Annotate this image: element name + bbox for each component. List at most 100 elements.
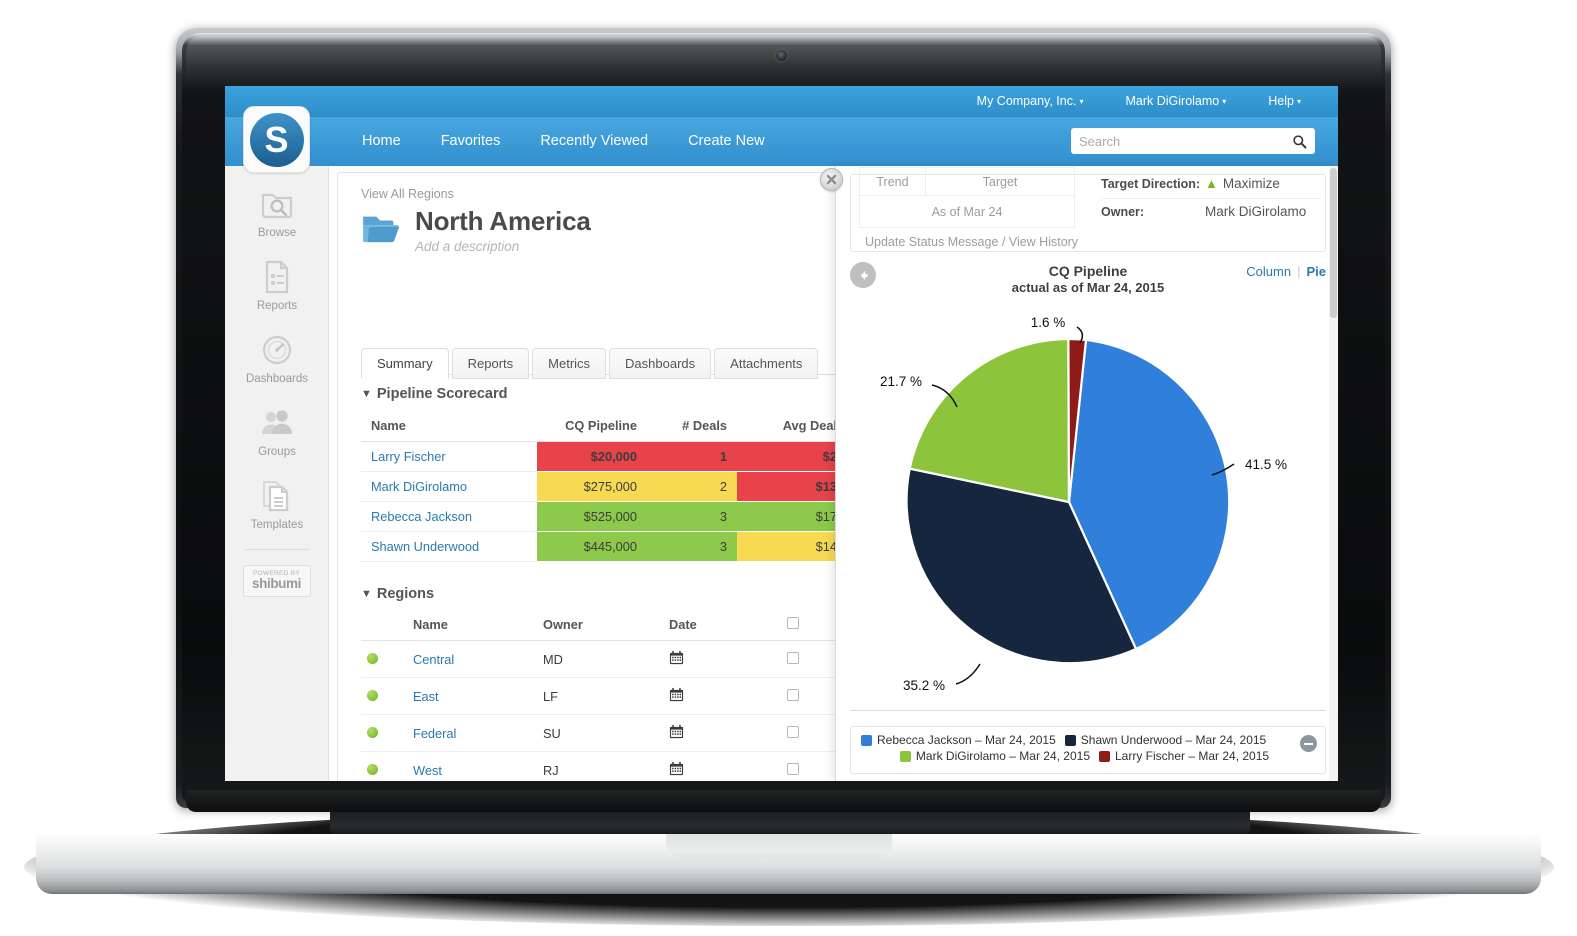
back-arrow-icon (860, 270, 868, 280)
nav-item-home[interactable]: Home (342, 117, 421, 166)
regions-header[interactable]: ▼ Regions (361, 585, 434, 603)
calendar-icon[interactable] (669, 650, 684, 665)
search-icon[interactable] (1292, 134, 1307, 149)
collapse-triangle-icon[interactable]: ▼ (361, 388, 372, 400)
app-logo-letter: S (249, 112, 304, 167)
sidebar-item-browse[interactable]: Browse (225, 166, 329, 239)
back-button[interactable] (850, 262, 876, 288)
tab-attachments[interactable]: Attachments (714, 348, 819, 379)
cell-name[interactable]: Federal (407, 714, 537, 752)
chart-header: CQ Pipeline actual as of Mar 24, 2015 Co… (836, 262, 1338, 302)
tab-reports[interactable]: Reports (451, 348, 530, 379)
column-header-status (361, 609, 407, 641)
screen-viewport: My Company, Inc. ▾ Mark DiGirolamo ▾ Help ▾… (225, 86, 1338, 781)
top-utility-links: My Company, Inc. ▾ Mark DiGirolamo ▾ Help ▾ (956, 86, 1322, 117)
chart-type-column[interactable]: Column (1246, 264, 1291, 279)
calendar-icon[interactable] (669, 724, 684, 739)
cell-name[interactable]: Shawn Underwood (361, 531, 537, 562)
cell-name[interactable]: West (407, 751, 537, 781)
close-icon (826, 174, 837, 185)
browse-folder-search-icon (225, 184, 329, 224)
update-status-link[interactable]: Update Status Message / View History (865, 235, 1078, 249)
sidebar-item-reports[interactable]: Reports (225, 239, 329, 312)
sidebar-item-templates[interactable]: Templates (225, 458, 329, 531)
company-menu[interactable]: My Company, Inc. ▾ (956, 86, 1105, 118)
user-menu[interactable]: Mark DiGirolamo ▾ (1104, 86, 1247, 118)
target-direction-key: Target Direction: (1101, 176, 1201, 191)
nav-item-recently-viewed[interactable]: Recently Viewed (520, 117, 668, 166)
tab-metrics[interactable]: Metrics (532, 348, 607, 379)
collapse-minus-icon[interactable] (1300, 735, 1317, 752)
legend-item-rebecca-jackson[interactable]: Rebecca Jackson – Mar 24, 2015 (861, 733, 1056, 747)
chevron-down-icon: ▾ (1079, 96, 1084, 106)
legend-label: Rebecca Jackson – Mar 24, 2015 (877, 733, 1056, 747)
row-checkbox[interactable] (787, 688, 799, 701)
breadcrumb[interactable]: View All Regions (361, 187, 454, 201)
row-checkbox[interactable] (787, 762, 799, 775)
nav-item-favorites[interactable]: Favorites (421, 117, 521, 166)
trend-target-row: Trend Target (859, 167, 1075, 195)
sidebar-item-dashboards[interactable]: Dashboards (225, 312, 329, 385)
arrow-up-icon: ▲ (1205, 176, 1218, 191)
tab-bar: Summary Reports Metrics Dashboards Attac… (361, 347, 821, 379)
tab-dashboards[interactable]: Dashboards (609, 348, 712, 379)
app-logo[interactable]: S (243, 106, 310, 173)
legend-swatch (861, 734, 872, 746)
screenshot-stage: My Company, Inc. ▾ Mark DiGirolamo ▾ Help ▾… (0, 0, 1577, 936)
laptop-base-notch (666, 834, 892, 858)
column-header-deals[interactable]: # Deals (647, 411, 737, 442)
chart-type-switch: Column | Pie (1246, 264, 1326, 279)
tab-summary[interactable]: Summary (361, 348, 449, 379)
chevron-down-icon: ▾ (1296, 96, 1301, 106)
row-checkbox[interactable] (787, 725, 799, 738)
report-document-icon (225, 257, 329, 297)
cell-cq-pipeline: $445,000 (537, 531, 647, 562)
select-all-checkbox[interactable] (787, 617, 799, 629)
legend-swatch (1064, 734, 1076, 746)
cell-name[interactable]: Rebecca Jackson (361, 501, 537, 532)
collapse-triangle-icon[interactable]: ▼ (361, 588, 372, 600)
column-header-cq-pipeline[interactable]: CQ Pipeline (537, 411, 647, 442)
cell-avg-deal: $17 (737, 501, 847, 532)
sidebar: Browse Reports Dashboards Groups Templat… (225, 166, 329, 781)
search-box[interactable] (1071, 128, 1315, 154)
column-header-avg-deal[interactable]: Avg Deal (737, 411, 847, 442)
chart-legend: Rebecca Jackson – Mar 24, 2015 Shawn Und… (850, 726, 1326, 774)
column-header-date[interactable]: Date (663, 609, 781, 641)
legend-item-mark-digirolamo[interactable]: Mark DiGirolamo – Mar 24, 2015 (899, 749, 1090, 763)
chart-subtitle: actual as of Mar 24, 2015 (1011, 280, 1165, 296)
cell-name[interactable]: East (407, 677, 537, 715)
sidebar-item-label: Groups (258, 446, 296, 458)
metric-detail-panel: Trend Target As of Mar 24 Update Status … (820, 166, 1338, 781)
calendar-icon[interactable] (669, 761, 684, 776)
column-header-name[interactable]: Name (361, 411, 537, 442)
chart-type-pie[interactable]: Pie (1306, 264, 1326, 279)
help-menu[interactable]: Help ▾ (1247, 86, 1322, 118)
legend-item-larry-fischer[interactable]: Larry Fischer – Mar 24, 2015 (1099, 749, 1269, 763)
top-utility-bar: My Company, Inc. ▾ Mark DiGirolamo ▾ Help ▾ (225, 86, 1338, 117)
legend-swatch (899, 750, 911, 762)
page-title: North America (415, 206, 591, 236)
row-checkbox[interactable] (787, 651, 799, 664)
legend-item-shawn-underwood[interactable]: Shawn Underwood – Mar 24, 2015 (1064, 733, 1266, 747)
vertical-scrollbar[interactable] (1329, 166, 1338, 781)
cell-name[interactable]: Mark DiGirolamo (361, 471, 537, 502)
column-header-owner[interactable]: Owner (537, 609, 663, 641)
scrollbar-thumb[interactable] (1330, 168, 1337, 318)
status-card: Trend Target As of Mar 24 Update Status … (850, 167, 1326, 252)
owner-value: Mark DiGirolamo (1205, 204, 1307, 219)
nav-item-create-new[interactable]: Create New (668, 117, 785, 166)
calendar-icon[interactable] (669, 687, 684, 702)
status-dot-green (367, 689, 378, 701)
cell-owner: MD (537, 640, 663, 678)
cell-name[interactable]: Central (407, 640, 537, 678)
cell-name[interactable]: Larry Fischer (361, 441, 537, 472)
search-input[interactable] (1079, 133, 1292, 149)
sidebar-item-groups[interactable]: Groups (225, 385, 329, 458)
pie-label-41: 41.5 % (1245, 457, 1287, 472)
column-header-name[interactable]: Name (407, 609, 537, 641)
close-panel-button[interactable] (820, 168, 843, 191)
user-menu-label: Mark DiGirolamo (1125, 93, 1220, 108)
page-description[interactable]: Add a description (415, 239, 591, 254)
cell-cq-pipeline: $20,000 (537, 441, 647, 472)
